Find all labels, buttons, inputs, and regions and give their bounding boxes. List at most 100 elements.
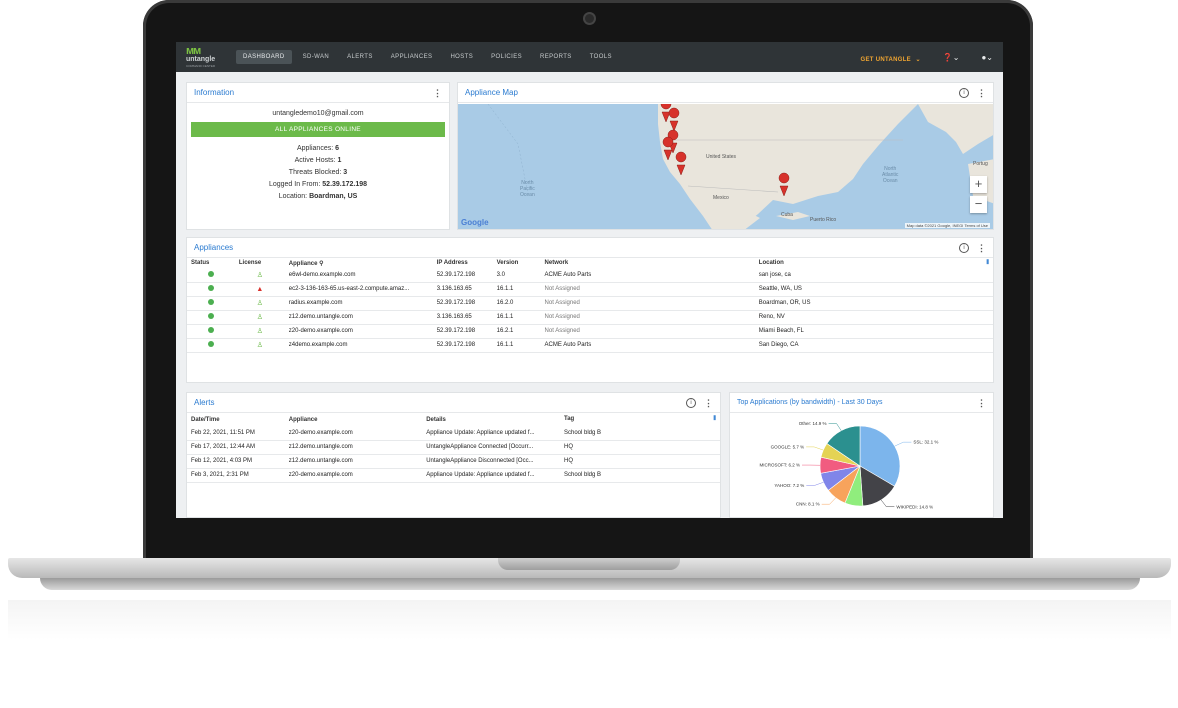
appliance-version: 3.0 xyxy=(492,268,541,283)
alerts-panel: Alerts i ⋮ Date/Time Appliance Details T… xyxy=(186,392,721,518)
alert-appliance: z12.demo.untangle.com xyxy=(284,440,423,455)
table-row[interactable]: Feb 22, 2021, 11:51 PM z20-demo.example.… xyxy=(187,426,720,441)
info-icon[interactable]: i xyxy=(686,398,696,408)
appliance-name[interactable]: radius.example.com xyxy=(284,296,433,311)
appliance-location: Seattle, WA, US xyxy=(754,282,993,297)
column-date-time[interactable]: Date/Time xyxy=(187,413,285,426)
appliance-map[interactable]: United States Mexico North Pacific Ocean… xyxy=(458,104,993,229)
column-license[interactable]: License xyxy=(235,258,285,268)
more-menu-icon[interactable]: ⋮ xyxy=(433,88,442,99)
top-applications-title: Top Applications (by bandwidth) - Last 3… xyxy=(737,399,883,406)
appliance-network: ACME Auto Parts xyxy=(540,268,755,283)
logged-in-from: Logged In From: 52.39.172.198 xyxy=(268,181,368,188)
appliance-name[interactable]: z20-demo.example.com xyxy=(284,324,433,339)
table-row[interactable]: ♙ z12.demo.untangle.com 3.136.163.65 16.… xyxy=(187,310,993,325)
nav-alerts[interactable]: ALERTS xyxy=(340,50,380,64)
alert-tag: School bldg B xyxy=(559,426,720,441)
map-attribution[interactable]: Map data ©2021 Google, INEGI Terms of Us… xyxy=(904,223,990,228)
column-location[interactable]: Location ⦀ xyxy=(755,258,993,268)
laptop-bottom xyxy=(40,578,1140,590)
appliances-header: Appliances i ⋮ xyxy=(187,238,993,258)
help-menu-icon[interactable]: ❓⌄ xyxy=(943,53,960,62)
nav-dashboard[interactable]: DASHBOARD xyxy=(236,50,292,64)
pie-connector-ssl xyxy=(894,441,912,447)
nav-policies[interactable]: POLICIES xyxy=(484,50,529,64)
appliances-table-header: Status License Appliance ⚲ IP Address Ve… xyxy=(187,258,993,268)
alert-details: Appliance Update: Appliance updated f... xyxy=(422,426,560,441)
appliance-location: Miami Beach, FL xyxy=(754,324,993,339)
nav-reports[interactable]: REPORTS xyxy=(533,50,579,64)
appliance-version: 16.1.1 xyxy=(492,338,541,353)
more-menu-icon[interactable]: ⋮ xyxy=(977,243,986,254)
table-row[interactable]: ▲ ec2-3-136-163-65.us-east-2.compute.ama… xyxy=(187,282,993,297)
column-network[interactable]: Network xyxy=(541,258,755,268)
status-online-icon xyxy=(207,299,214,305)
appliance-name[interactable]: z12.demo.untangle.com xyxy=(284,310,433,325)
appliances-online-status: ALL APPLIANCES ONLINE xyxy=(191,122,445,137)
columns-icon[interactable]: ⦀ xyxy=(713,416,716,423)
appliances-panel: Appliances i ⋮ Status License Appliance … xyxy=(186,237,994,383)
logo-mark-icon: ᴍᴍ xyxy=(186,44,201,57)
status-online-icon xyxy=(207,270,214,277)
logo-text: untangle xyxy=(186,55,216,63)
appliance-name[interactable]: e6wl-demo.example.com xyxy=(284,268,433,283)
table-row[interactable]: ♙ e6wl-demo.example.com 52.39.172.198 3.… xyxy=(187,268,993,283)
table-row[interactable]: ♙ z20-demo.example.com 52.39.172.198 16.… xyxy=(187,324,993,339)
more-menu-icon[interactable]: ⋮ xyxy=(977,398,986,409)
alert-date: Feb 17, 2021, 12:44 AM xyxy=(187,440,285,455)
get-untangle-button[interactable]: GET UNTANGLE ⌄ xyxy=(861,48,921,66)
filter-icon[interactable]: ⚲ xyxy=(319,261,323,267)
nav-tools[interactable]: TOOLS xyxy=(583,50,619,64)
pie-connector-google xyxy=(806,446,824,451)
column-tag[interactable]: Tag ⦀ xyxy=(560,413,720,426)
map-marker-boardman xyxy=(668,107,680,132)
untangle-logo[interactable]: ᴍᴍ untangle COMMAND CENTER xyxy=(186,44,222,68)
table-row[interactable]: ♙ radius.example.com 52.39.172.198 16.2.… xyxy=(187,296,993,311)
table-row[interactable]: ♙ z4demo.example.com 52.39.172.198 16.1.… xyxy=(187,338,993,353)
appliance-map-header: Appliance Map i ⋮ xyxy=(458,83,993,103)
column-ip-address[interactable]: IP Address xyxy=(433,258,493,268)
column-status[interactable]: Status xyxy=(187,258,235,268)
topbar-right: GET UNTANGLE ⌄ ❓⌄ ●⌄ xyxy=(861,42,994,72)
info-icon[interactable]: i xyxy=(959,88,969,98)
license-ok-icon: ♙ xyxy=(256,314,263,321)
column-appliance[interactable]: Appliance xyxy=(285,413,422,426)
appliances-title: Appliances xyxy=(194,243,234,252)
appliance-network: Not Assigned xyxy=(540,324,755,339)
pie-label-yahoo: YAHOO: 7.2 % xyxy=(774,483,804,488)
alert-date: Feb 22, 2021, 11:51 PM xyxy=(187,426,285,441)
license-ok-icon: ♙ xyxy=(256,342,263,349)
map-zoom-out-button[interactable]: − xyxy=(970,196,987,213)
column-details[interactable]: Details xyxy=(422,413,560,426)
top-applications-chart: SSL: 32.1 % WIKIPEDI: 14.8 % CNN: 8.1 % YAH… xyxy=(730,414,993,518)
nav-hosts[interactable]: HOSTS xyxy=(443,50,480,64)
alerts-table-header: Date/Time Appliance Details Tag ⦀ xyxy=(187,413,720,426)
alert-details: UntangleAppliance Disconnected [Occ... xyxy=(422,454,560,469)
column-version[interactable]: Version xyxy=(493,258,541,268)
screen: ᴍᴍ untangle COMMAND CENTER DASHBOARD SD-… xyxy=(176,42,1003,518)
pie-connector-yahoo xyxy=(806,482,824,486)
table-row[interactable]: Feb 3, 2021, 2:31 PM z20-demo.example.co… xyxy=(187,468,720,483)
appliances-count: Appliances: 6 xyxy=(296,145,340,152)
appliance-location: Boardman, OR, US xyxy=(754,296,993,311)
top-navbar: ᴍᴍ untangle COMMAND CENTER DASHBOARD SD-… xyxy=(176,42,1003,72)
column-appliance[interactable]: Appliance ⚲ xyxy=(285,258,433,268)
status-online-icon xyxy=(207,285,214,291)
more-menu-icon[interactable]: ⋮ xyxy=(977,88,986,99)
information-body: untangledemo10@gmail.com ALL APPLIANCES … xyxy=(187,110,449,203)
appliance-name[interactable]: z4demo.example.com xyxy=(284,338,433,353)
appliance-network: ACME Auto Parts xyxy=(540,338,755,353)
map-zoom-in-button[interactable]: + xyxy=(970,176,987,193)
columns-icon[interactable]: ⦀ xyxy=(986,260,989,267)
table-row[interactable]: Feb 17, 2021, 12:44 AM z12.demo.untangle… xyxy=(187,440,720,455)
appliance-version: 16.1.1 xyxy=(492,282,541,297)
table-row[interactable]: Feb 12, 2021, 4:03 PM z12.demo.untangle.… xyxy=(187,454,720,469)
more-menu-icon[interactable]: ⋮ xyxy=(704,398,713,409)
appliance-name[interactable]: ec2-3-136-163-65.us-east-2.compute.amaz.… xyxy=(284,282,433,297)
info-icon[interactable]: i xyxy=(959,243,969,253)
information-panel: Information ⋮ untangledemo10@gmail.com A… xyxy=(186,82,450,230)
pie-label-microsoft: MICROSOFT: 6.2 % xyxy=(759,463,800,468)
nav-appliances[interactable]: APPLIANCES xyxy=(384,50,440,64)
account-menu-icon[interactable]: ●⌄ xyxy=(981,53,993,62)
nav-sd-wan[interactable]: SD-WAN xyxy=(296,50,337,64)
